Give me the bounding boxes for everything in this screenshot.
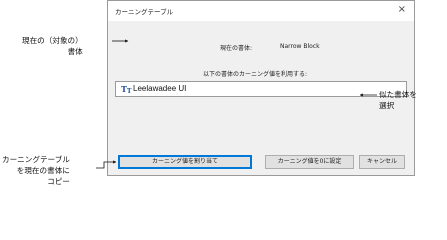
callout-arrows (96, 39, 377, 169)
stage: カーニングテーブル × 現在の書体: Narrow Block 以下の書体のカー… (0, 0, 447, 207)
arrow-copy-kerning (96, 160, 117, 169)
